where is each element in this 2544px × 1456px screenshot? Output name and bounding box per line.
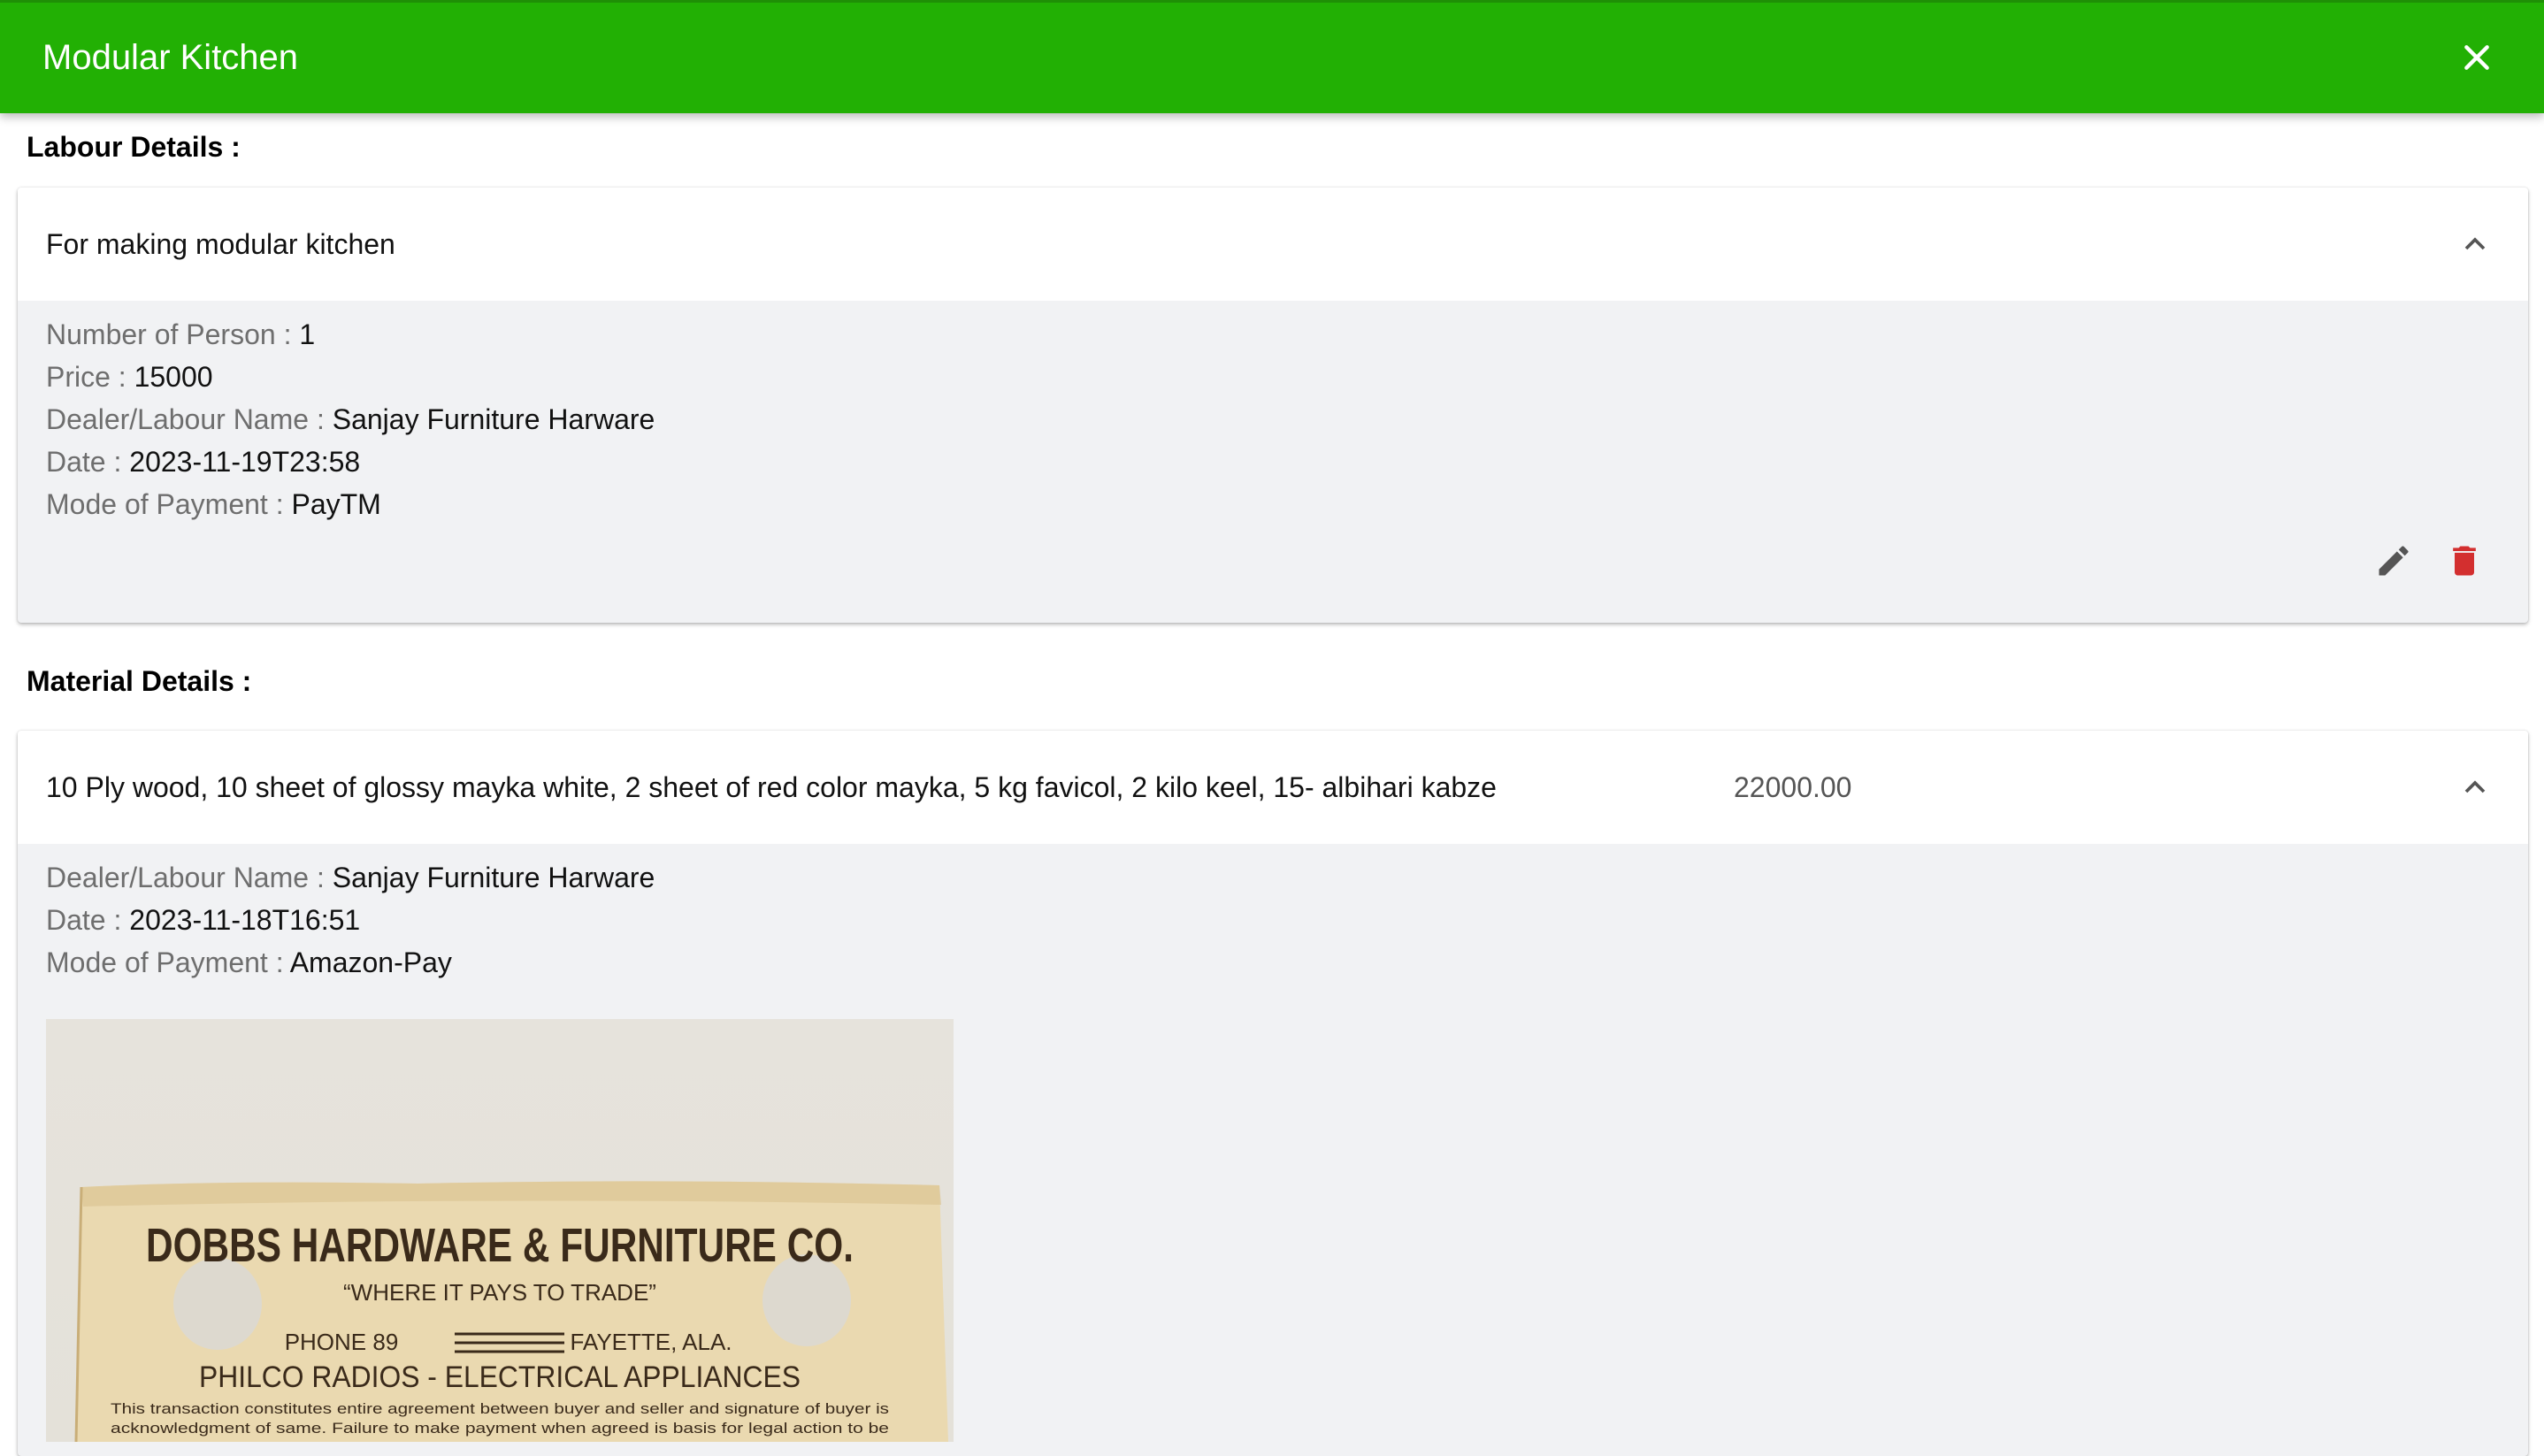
receipt-slogan: “WHERE IT PAYS TO TRADE”	[343, 1279, 656, 1306]
receipt-photo: DOBBS HARDWARE & FURNITURE CO. “WHERE IT…	[74, 1181, 948, 1442]
app-bar: Modular Kitchen	[0, 0, 2544, 113]
receipt-fine-print: acknowledgment of same. Failure to make …	[111, 1420, 889, 1437]
material-item-amount: 22000.00	[1734, 770, 1852, 803]
detail-payment-mode: Mode of Payment : Amazon-Pay	[46, 946, 452, 978]
chevron-up-icon[interactable]	[2457, 226, 2493, 262]
page-title: Modular Kitchen	[42, 38, 299, 77]
close-icon	[2464, 45, 2489, 70]
pencil-icon	[2379, 546, 2409, 576]
receipt-tagline: PHILCO RADIOS - ELECTRICAL APPLIANCES	[199, 1360, 801, 1394]
detail-dealer-name: Dealer/Labour Name : Sanjay Furniture Ha…	[46, 862, 655, 893]
chevron-up-icon[interactable]	[2457, 770, 2493, 805]
material-card-header[interactable]: 10 Ply wood, 10 sheet of glossy mayka wh…	[18, 731, 2528, 844]
labour-details-heading: Labour Details :	[27, 131, 241, 163]
edit-button[interactable]	[2369, 536, 2418, 586]
detail-price: Price : 15000	[46, 361, 213, 393]
detail-date: Date : 2023-11-19T23:58	[46, 446, 361, 478]
labour-details-list: Number of Person : 1 Price : 15000 Deale…	[46, 313, 655, 525]
receipt-fine-print: This transaction constitutes entire agre…	[111, 1400, 889, 1417]
material-details-list: Dealer/Labour Name : Sanjay Furniture Ha…	[46, 856, 655, 984]
material-item-title: 10 Ply wood, 10 sheet of glossy mayka wh…	[46, 770, 1497, 803]
receipt-company: DOBBS HARDWARE & FURNITURE CO.	[146, 1219, 854, 1272]
labour-item-title: For making modular kitchen	[46, 227, 395, 260]
receipt-image[interactable]: DOBBS HARDWARE & FURNITURE CO. “WHERE IT…	[46, 1019, 954, 1442]
detail-payment-mode: Mode of Payment : PayTM	[46, 488, 381, 520]
detail-number-of-person: Number of Person : 1	[46, 318, 316, 350]
labour-card-header[interactable]: For making modular kitchen	[18, 188, 2528, 301]
receipt-phone: PHONE 89	[285, 1329, 399, 1355]
material-details-heading: Material Details :	[27, 665, 252, 697]
close-button[interactable]	[2454, 34, 2500, 80]
labour-card: For making modular kitchen Number of Per…	[18, 188, 2528, 623]
detail-date: Date : 2023-11-18T16:51	[46, 904, 361, 936]
receipt-city: FAYETTE, ALA.	[570, 1329, 732, 1355]
detail-dealer-name: Dealer/Labour Name : Sanjay Furniture Ha…	[46, 403, 655, 435]
trash-icon	[2453, 546, 2476, 576]
delete-button[interactable]	[2440, 536, 2489, 586]
